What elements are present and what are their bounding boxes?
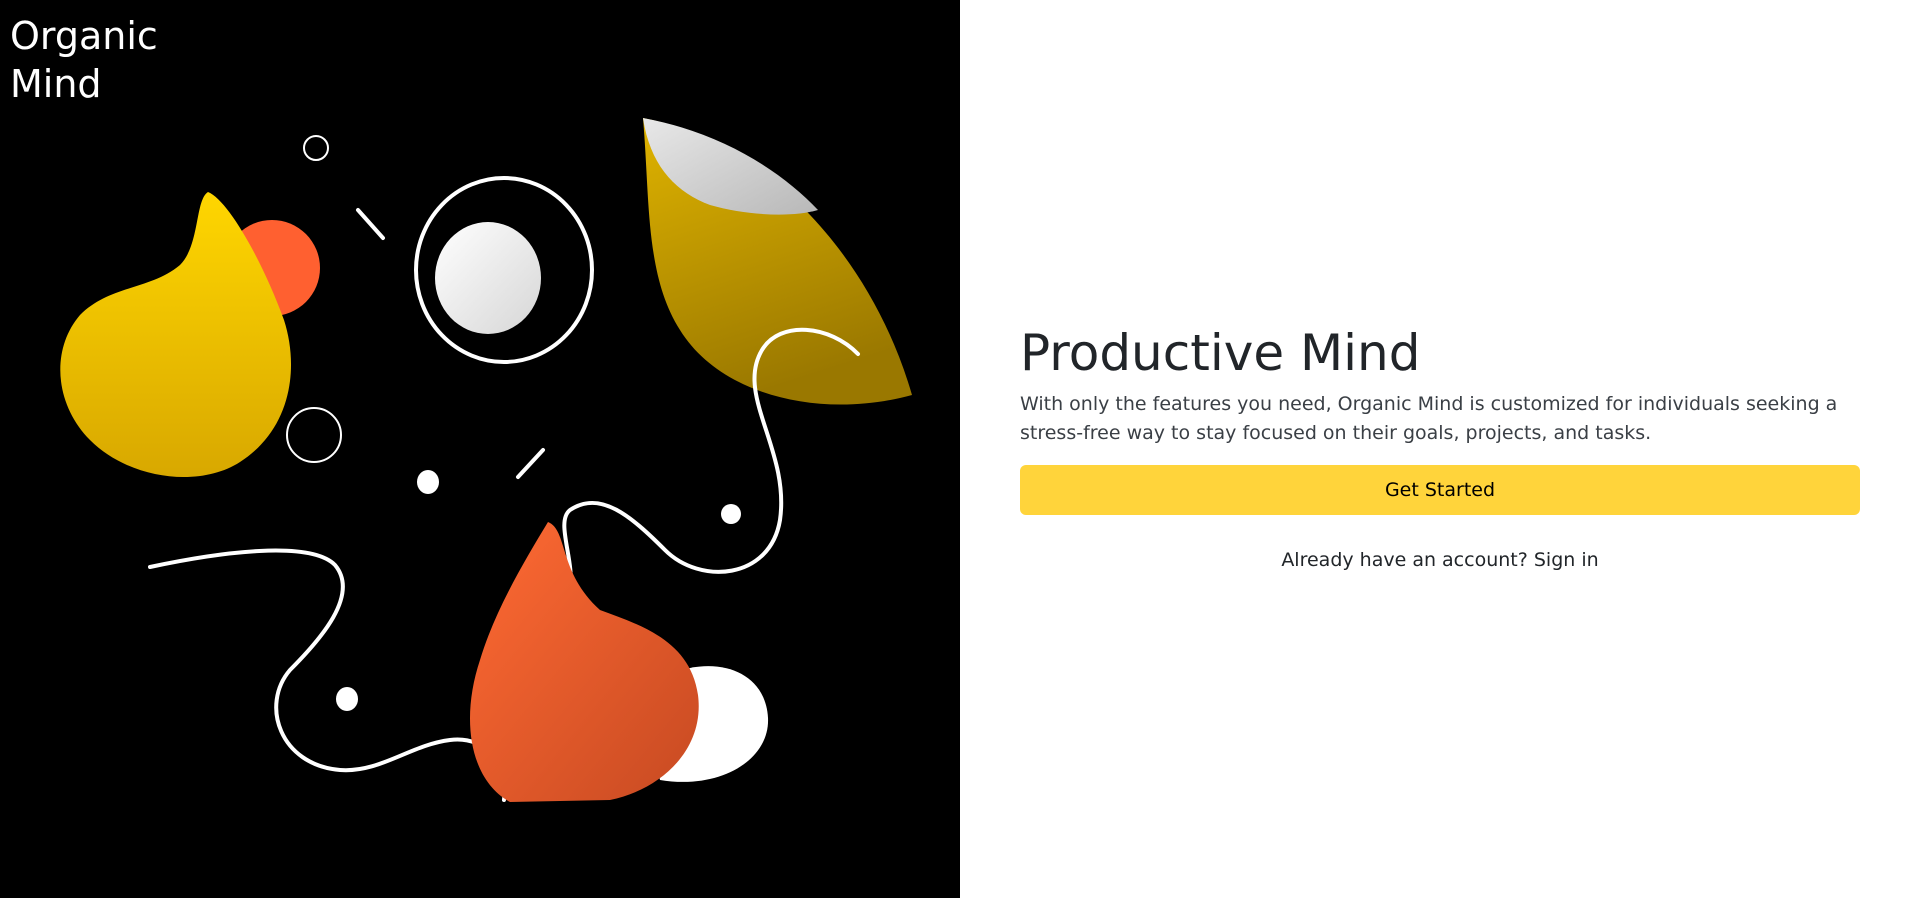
content-panel: Productive Mind With only the features y… [960,0,1918,898]
dash-shape [516,448,545,479]
hero-content: Productive Mind With only the features y… [1020,322,1860,571]
dot-shape [721,504,741,524]
dash-shape [356,208,385,240]
signin-link[interactable]: Sign in [1534,549,1599,571]
illustration-panel: Organic Mind [0,0,960,898]
dot-shape [417,470,439,494]
signin-prompt: Already have an account? [1281,549,1534,571]
brand-line-1: Organic [10,14,158,58]
medium-ring-shape [286,407,342,463]
signin-row: Already have an account? Sign in [1020,549,1860,571]
brand-logo[interactable]: Organic Mind [10,12,158,108]
abstract-illustration [60,118,912,802]
white-ball-shape [435,222,541,334]
get-started-button[interactable]: Get Started [1020,465,1860,515]
page: Organic Mind Productive Mind With only t… [0,0,1918,898]
small-ring-shape [303,135,329,161]
orange-blob-shape [470,522,699,802]
hero-description: With only the features you need, Organic… [1020,393,1838,444]
curve-line-shape [148,548,507,802]
brand-line-2: Mind [10,62,102,106]
page-title: Productive Mind [1020,324,1421,382]
dot-shape [336,687,358,711]
